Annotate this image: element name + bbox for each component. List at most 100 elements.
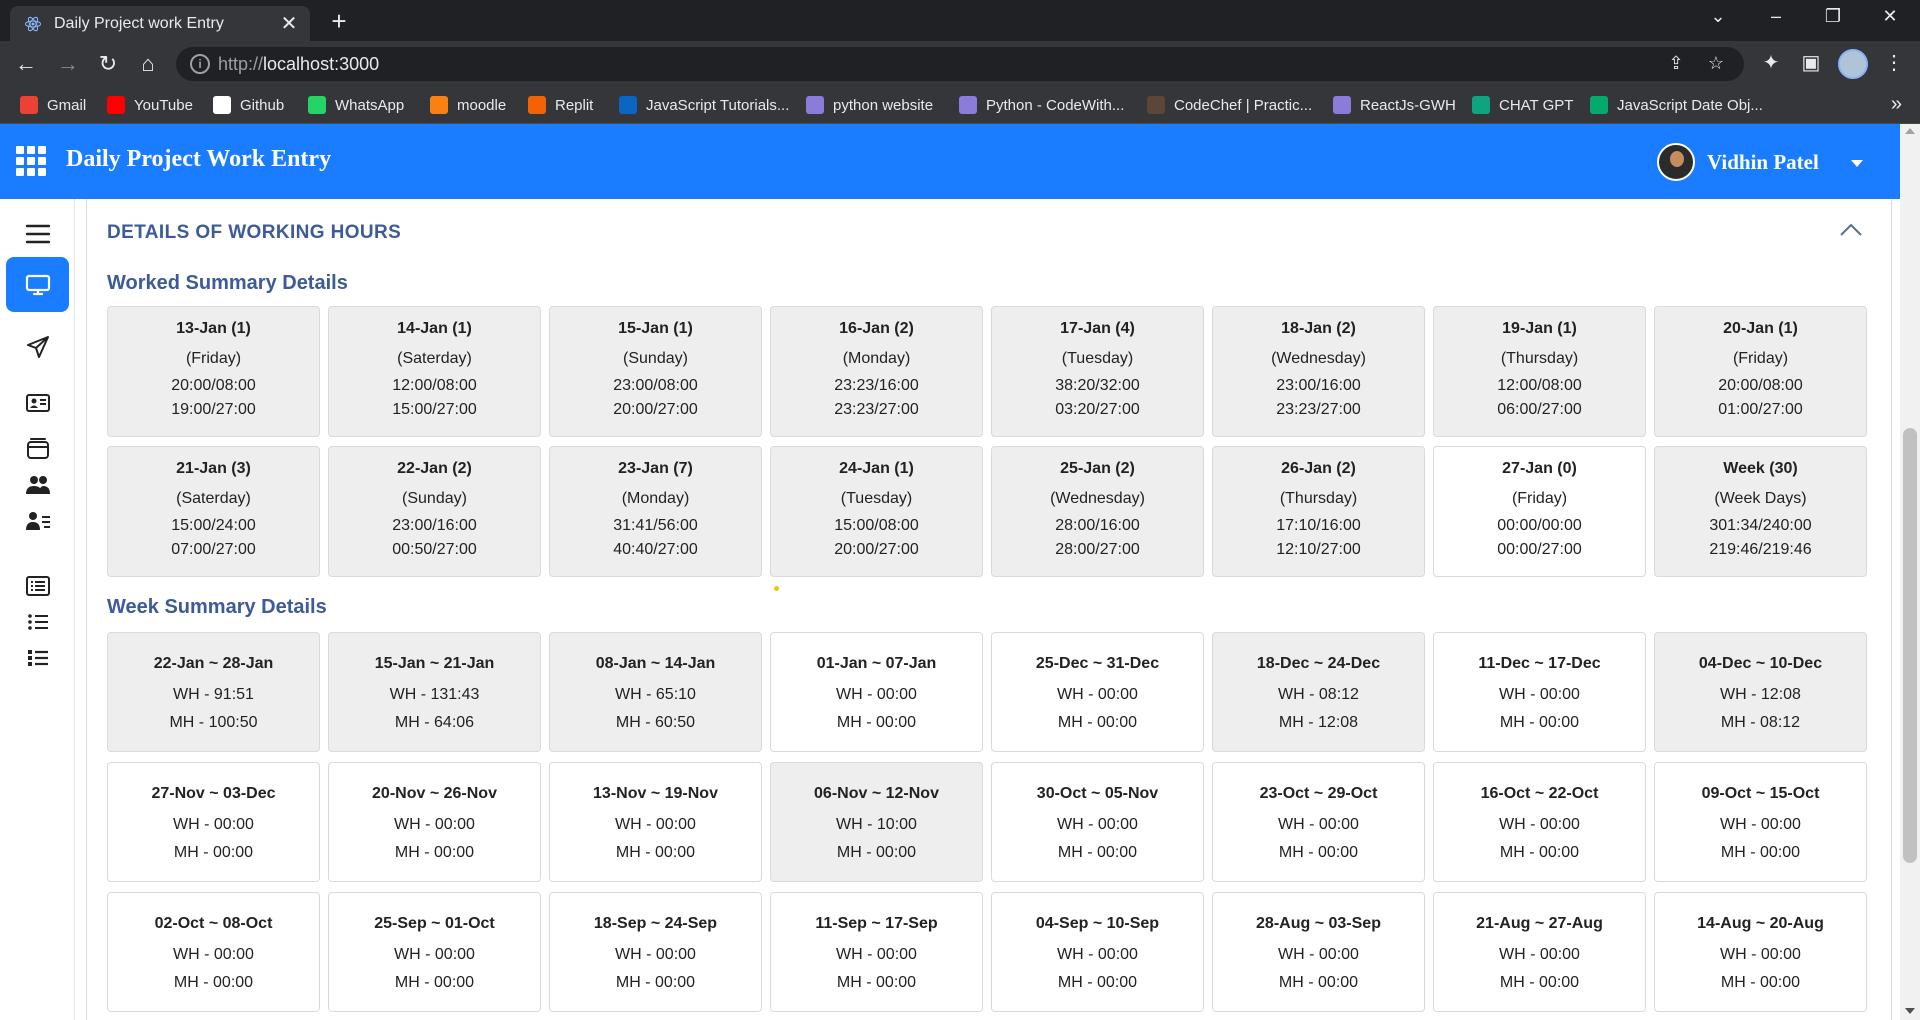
week-summary-card[interactable]: 28-Aug ~ 03-Sep WH - 00:00 MH - 00:00 [1212,892,1425,1012]
day-summary-card[interactable]: 15-Jan (1) (Sunday) 23:00/08:00 20:00/27:00 [549,306,762,437]
sidebar-item-dashboard[interactable] [6,257,69,312]
day-summary-card[interactable]: 23-Jan (7) (Monday) 31:41/56:00 40:40/27:00 [549,446,762,577]
week-summary-card[interactable]: 14-Aug ~ 20-Aug WH - 00:00 MH - 00:00 [1654,892,1867,1012]
home-icon[interactable]: ⌂ [134,50,162,78]
week-mh: MH - 12:08 [1278,714,1359,731]
day-summary-card[interactable]: 26-Jan (2) (Thursday) 17:10/16:00 12:10/27:… [1212,446,1425,577]
week-summary-card[interactable]: 11-Dec ~ 17-Dec WH - 00:00 MH - 00:00 [1433,632,1646,752]
week-summary-card[interactable]: 23-Oct ~ 29-Oct WH - 00:00 MH - 00:00 [1212,762,1425,882]
week-summary-card[interactable]: 11-Sep ~ 17-Sep WH - 00:00 MH - 00:00 [770,892,983,1012]
week-summary-card[interactable]: 16-Oct ~ 22-Oct WH - 00:00 MH - 00:00 [1433,762,1646,882]
week-summary-card[interactable]: 04-Sep ~ 10-Sep WH - 00:00 MH - 00:00 [991,892,1204,1012]
sidebar-item-send[interactable] [6,319,69,374]
user-menu-caret-icon[interactable] [1851,160,1863,167]
week-summary-card[interactable]: 02-Oct ~ 08-Oct WH - 00:00 MH - 00:00 [107,892,320,1012]
chevron-up-icon[interactable] [1839,221,1863,237]
day-summary-card[interactable]: 17-Jan (4) (Tuesday) 38:20/32:00 03:20/27:0… [991,306,1204,437]
week-wh: WH - 10:00 [836,816,917,833]
back-icon[interactable]: ← [12,50,40,78]
week-summary-card[interactable]: 13-Nov ~ 19-Nov WH - 00:00 MH - 00:00 [549,762,762,882]
week-summary-card[interactable]: 18-Dec ~ 24-Dec WH - 08:12 MH - 12:08 [1212,632,1425,752]
day-summary-card[interactable]: 18-Jan (2) (Wednesday) 23:00/16:00 23:23/27… [1212,306,1425,437]
bookmark-item[interactable]: WhatsApp [308,96,404,114]
week-summary-card[interactable]: 30-Oct ~ 05-Nov WH - 00:00 MH - 00:00 [991,762,1204,882]
maximize-button[interactable]: ❐ [1813,6,1853,27]
day-summary-card[interactable]: 24-Jan (1) (Tuesday) 15:00/08:00 20:00/27:0… [770,446,983,577]
side-panel-icon[interactable]: ▣ [1797,50,1825,75]
week-summary-card[interactable]: 22-Jan ~ 28-Jan WH - 91:51 MH - 100:50 [107,632,320,752]
site-info-icon[interactable]: i [190,54,210,74]
bookmark-item[interactable]: Replit [528,96,593,114]
bookmark-item[interactable]: Python - CodeWith... [959,96,1124,114]
day-summary-card[interactable]: 27-Jan (0) (Friday) 00:00/00:00 00:00/27:00 [1433,446,1646,577]
chrome-menu-icon[interactable]: ⋮ [1880,50,1908,75]
reload-icon[interactable]: ↻ [94,50,122,78]
apps-grid-icon[interactable] [16,146,46,176]
forward-icon[interactable]: → [54,50,82,78]
tab-search-icon[interactable]: ⌄ [1698,6,1738,27]
day-summary-card[interactable]: 21-Jan (3) (Saterday) 15:00/24:00 07:00/27:… [107,446,320,577]
new-tab-button[interactable]: + [324,6,354,37]
week-summary-card[interactable]: 27-Nov ~ 03-Dec WH - 00:00 MH - 00:00 [107,762,320,882]
profile-avatar[interactable] [1838,49,1868,79]
day-summary-card[interactable]: 22-Jan (2) (Sunday) 23:00/16:00 00:50/27:00 [328,446,541,577]
day-date: 26-Jan (2) [1281,460,1356,477]
week-summary-card[interactable]: 08-Jan ~ 14-Jan WH - 65:10 MH - 60:50 [549,632,762,752]
day-summary-card[interactable]: 20-Jan (1) (Friday) 20:00/08:00 01:00/27:00 [1654,306,1867,437]
bookmark-star-icon[interactable]: ☆ [1704,53,1728,74]
sidebar-item-user-list[interactable] [6,493,69,548]
day-name: (Sunday) [623,350,688,367]
week-summary-card[interactable]: 25-Sep ~ 01-Oct WH - 00:00 MH - 00:00 [328,892,541,1012]
address-bar[interactable]: i http://localhost:3000 ⇪ ☆ [176,47,1744,81]
week-range: 01-Jan ~ 07-Jan [816,655,937,672]
week-wh: WH - 00:00 [173,946,254,963]
week-summary-card[interactable]: 21-Aug ~ 27-Aug WH - 00:00 MH - 00:00 [1433,892,1646,1012]
bookmark-label: Github [240,96,285,114]
browser-tab[interactable]: Daily Project work Entry ✕ [10,6,310,41]
user-avatar[interactable] [1657,143,1695,181]
hours-worked: 20:00/08:00 [171,377,256,394]
day-summary-card[interactable]: Week (30) (Week Days) 301:34/240:00 219:46/… [1654,446,1867,577]
codewithharry-icon [959,96,977,114]
week-summary-card[interactable]: 18-Sep ~ 24-Sep WH - 00:00 MH - 00:00 [549,892,762,1012]
bookmark-item[interactable]: python website [806,96,933,114]
week-summary-card[interactable]: 15-Jan ~ 21-Jan WH - 131:43 MH - 64:06 [328,632,541,752]
bookmark-item[interactable]: YouTube [107,96,193,114]
week-summary-card[interactable]: 20-Nov ~ 26-Nov WH - 00:00 MH - 00:00 [328,762,541,882]
day-summary-card[interactable]: 13-Jan (1) (Friday) 20:00/08:00 19:00/27:00 [107,306,320,437]
hours-balance: 40:40/27:00 [613,541,698,558]
week-summary-card[interactable]: 04-Dec ~ 10-Dec WH - 12:08 MH - 08:12 [1654,632,1867,752]
sidebar-item-list-bullets[interactable] [6,630,69,685]
minimize-button[interactable]: – [1756,6,1796,27]
close-tab-icon[interactable]: ✕ [278,11,300,36]
week-summary-card[interactable]: 06-Nov ~ 12-Nov WH - 10:00 MH - 00:00 [770,762,983,882]
user-name[interactable]: Vidhin Patel [1707,150,1819,175]
address-url[interactable]: http://localhost:3000 [218,54,379,75]
bookmark-item[interactable]: moodle [430,96,506,114]
day-summary-card[interactable]: 14-Jan (1) (Saterday) 12:00/08:00 15:00/27:… [328,306,541,437]
bookmark-item[interactable]: JavaScript Tutorials... [619,96,789,114]
scroll-up-icon[interactable] [1905,128,1915,134]
page-scrollbar[interactable] [1900,124,1920,1020]
day-summary-card[interactable]: 19-Jan (1) (Thursday) 12:00/08:00 06:00/27:… [1433,306,1646,437]
day-summary-card[interactable]: 16-Jan (2) (Monday) 23:23/16:00 23:23/27:00 [770,306,983,437]
week-summary-card[interactable]: 25-Dec ~ 31-Dec WH - 00:00 MH - 00:00 [991,632,1204,752]
bookmark-item[interactable]: ReactJs-GWH [1333,96,1456,114]
week-summary-card[interactable]: 09-Oct ~ 15-Oct WH - 00:00 MH - 00:00 [1654,762,1867,882]
share-icon[interactable]: ⇪ [1664,53,1688,74]
extensions-icon[interactable]: ✦ [1757,50,1785,75]
bookmark-item[interactable]: Github [213,96,284,114]
more-bookmarks-icon[interactable]: » [1891,93,1902,116]
week-summary-card[interactable]: 01-Jan ~ 07-Jan WH - 00:00 MH - 00:00 [770,632,983,752]
day-summary-card[interactable]: 25-Jan (2) (Wednesday) 28:00/16:00 28:00/27… [991,446,1204,577]
menu-toggle-icon[interactable] [6,206,69,261]
bookmark-item[interactable]: CHAT GPT [1472,96,1573,114]
bookmark-item[interactable]: CodeChef | Practic... [1147,96,1312,114]
week-range: 13-Nov ~ 19-Nov [593,785,718,802]
scroll-down-icon[interactable] [1905,1008,1915,1014]
close-window-button[interactable]: ✕ [1870,6,1910,27]
bookmark-item[interactable]: Gmail [20,96,86,114]
day-name: (Wednesday) [1271,350,1366,367]
scroll-thumb[interactable] [1903,428,1917,863]
bookmark-item[interactable]: JavaScript Date Obj... [1590,96,1763,114]
